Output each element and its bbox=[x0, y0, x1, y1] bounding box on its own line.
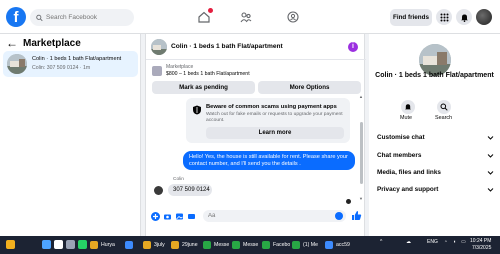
taskbar-app[interactable]: acc59 bbox=[325, 238, 350, 252]
taskbar-app[interactable]: 3july bbox=[143, 238, 165, 252]
chevron-down-icon bbox=[487, 170, 494, 175]
taskbar-app[interactable] bbox=[125, 238, 136, 252]
scam-warning-card: Beware of common scams using payment app… bbox=[186, 98, 350, 143]
task-view-icon[interactable] bbox=[66, 240, 75, 249]
account-avatar[interactable] bbox=[476, 9, 492, 25]
conversation-panel: Colin · 1 beds 1 bath Flat/apartment i M… bbox=[145, 34, 366, 236]
taskbar-app[interactable]: (1) Me bbox=[292, 238, 318, 252]
more-options-button[interactable]: More Options bbox=[258, 81, 361, 94]
tray-chevron-icon[interactable]: ^ bbox=[380, 239, 382, 245]
chevron-down-icon bbox=[487, 135, 494, 140]
groups-icon[interactable] bbox=[286, 10, 300, 24]
grid-icon bbox=[440, 13, 448, 21]
menu-privacy-support[interactable]: Privacy and support bbox=[377, 184, 494, 194]
scrollbar-thumb[interactable] bbox=[360, 122, 363, 184]
whatsapp-icon[interactable] bbox=[78, 240, 87, 249]
menu-label: Customise chat bbox=[377, 133, 425, 141]
menu-label: Chat members bbox=[377, 151, 422, 159]
like-icon[interactable] bbox=[351, 210, 362, 221]
message-sender-name: Colin bbox=[173, 177, 184, 182]
sidebar-header: ← Marketplace bbox=[6, 36, 81, 50]
volume-icon[interactable]: ◖ bbox=[453, 239, 456, 245]
search-input[interactable] bbox=[46, 14, 134, 21]
taskbar-app[interactable]: Messe bbox=[203, 238, 229, 252]
chat-preview: Colin: 307 509 0124 · 1m bbox=[32, 65, 91, 71]
chat-title: Colin · 1 beds 1 bath Flat/apartment bbox=[32, 56, 122, 62]
search-box[interactable] bbox=[30, 9, 134, 26]
conversation-title[interactable]: Colin · 1 beds 1 bath Flat/apartment bbox=[171, 43, 283, 50]
chevron-down-icon bbox=[487, 153, 494, 158]
camera-icon[interactable] bbox=[163, 212, 172, 221]
search-conversation-button[interactable] bbox=[437, 100, 451, 114]
clock-time: 10:24 PM bbox=[470, 238, 492, 244]
profile-panel: Colin · 1 beds 1 bath Flat/apartment Mut… bbox=[369, 34, 500, 236]
scam-warning-title: Beware of common scams using payment app… bbox=[206, 104, 337, 110]
mute-label: Mute bbox=[400, 115, 412, 121]
mute-button[interactable] bbox=[401, 100, 415, 114]
menu-label: Media, files and links bbox=[377, 168, 441, 176]
windows-taskbar: Hurya 3july 29june Messe Messe Facebo (1… bbox=[0, 236, 500, 254]
chat-list-item[interactable]: Colin · 1 beds 1 bath Flat/apartment Col… bbox=[3, 51, 138, 77]
outgoing-message: Hello! Yes, the house is still available… bbox=[183, 151, 355, 170]
profile-name: Colin · 1 beds 1 bath Flat/apartment bbox=[375, 72, 494, 79]
add-icon[interactable] bbox=[151, 212, 160, 221]
taskbar-app[interactable]: Facebo bbox=[262, 238, 290, 252]
notifications-button[interactable] bbox=[456, 9, 472, 25]
image-icon[interactable] bbox=[175, 212, 184, 221]
search-icon[interactable] bbox=[54, 240, 63, 249]
incoming-message: 307 509 0124 bbox=[168, 184, 212, 196]
find-friends-button[interactable]: Find friends bbox=[390, 9, 432, 26]
top-bar: f Find friends bbox=[0, 0, 500, 34]
conversation-avatar[interactable] bbox=[151, 39, 167, 55]
listing-price[interactable]: $800 – 1 beds 1 bath Flat/apartment bbox=[166, 71, 250, 77]
listing-thumbnail bbox=[7, 54, 27, 74]
chevron-down-icon bbox=[487, 187, 494, 192]
menu-label: Privacy and support bbox=[377, 185, 439, 193]
widgets-icon[interactable] bbox=[6, 240, 15, 249]
cloud-icon[interactable]: ☁ bbox=[406, 239, 411, 245]
wifi-icon[interactable]: ◔ bbox=[444, 239, 447, 245]
sender-avatar bbox=[154, 186, 163, 195]
menu-customise-chat[interactable]: Customise chat bbox=[377, 132, 494, 142]
taskbar-app[interactable]: 29june bbox=[171, 238, 198, 252]
conversation-header: Colin · 1 beds 1 bath Flat/apartment i bbox=[146, 34, 366, 60]
marketplace-sidebar: ← Marketplace Colin · 1 beds 1 bath Flat… bbox=[0, 34, 141, 236]
scroll-down-icon[interactable]: ▼ bbox=[359, 196, 363, 201]
notification-dot bbox=[208, 8, 213, 13]
search-icon bbox=[36, 14, 43, 21]
page-title: Marketplace bbox=[23, 37, 81, 49]
back-arrow-icon[interactable]: ← bbox=[6, 36, 18, 50]
clock[interactable]: 10:24 PM 7/3/2025 bbox=[470, 238, 491, 251]
clock-date: 7/3/2025 bbox=[471, 244, 492, 251]
scroll-up-icon[interactable]: ▲ bbox=[359, 94, 363, 99]
menu-chat-members[interactable]: Chat members bbox=[377, 150, 494, 160]
battery-icon[interactable]: ▭ bbox=[461, 239, 466, 245]
search-icon bbox=[440, 103, 448, 111]
facebook-logo[interactable]: f bbox=[6, 7, 26, 27]
language-indicator[interactable]: ENG bbox=[427, 239, 438, 245]
search-label: Search bbox=[435, 115, 453, 121]
mark-as-pending-button[interactable]: Mark as pending bbox=[152, 81, 255, 94]
menu-media-files-links[interactable]: Media, files and links bbox=[377, 167, 494, 177]
shield-icon bbox=[193, 105, 201, 115]
message-input[interactable] bbox=[203, 210, 346, 222]
menu-grid-button[interactable] bbox=[436, 9, 452, 25]
taskbar-app[interactable]: Hurya bbox=[90, 238, 115, 252]
friends-icon[interactable] bbox=[239, 10, 253, 24]
listing-icon bbox=[152, 66, 162, 76]
learn-more-button[interactable]: Learn more bbox=[206, 127, 344, 139]
start-icon[interactable] bbox=[42, 240, 51, 249]
gif-icon[interactable] bbox=[187, 212, 196, 221]
taskbar-app[interactable]: Messe bbox=[232, 238, 258, 252]
scam-warning-text: Watch out for fake emails or requests to… bbox=[206, 112, 343, 123]
listing-label: Marketplace bbox=[166, 64, 194, 70]
emoji-icon[interactable] bbox=[335, 212, 343, 220]
home-icon[interactable] bbox=[197, 8, 213, 24]
bell-icon bbox=[405, 104, 411, 110]
seen-indicator bbox=[346, 199, 351, 204]
bell-icon bbox=[460, 14, 468, 22]
info-icon[interactable]: i bbox=[348, 42, 358, 52]
